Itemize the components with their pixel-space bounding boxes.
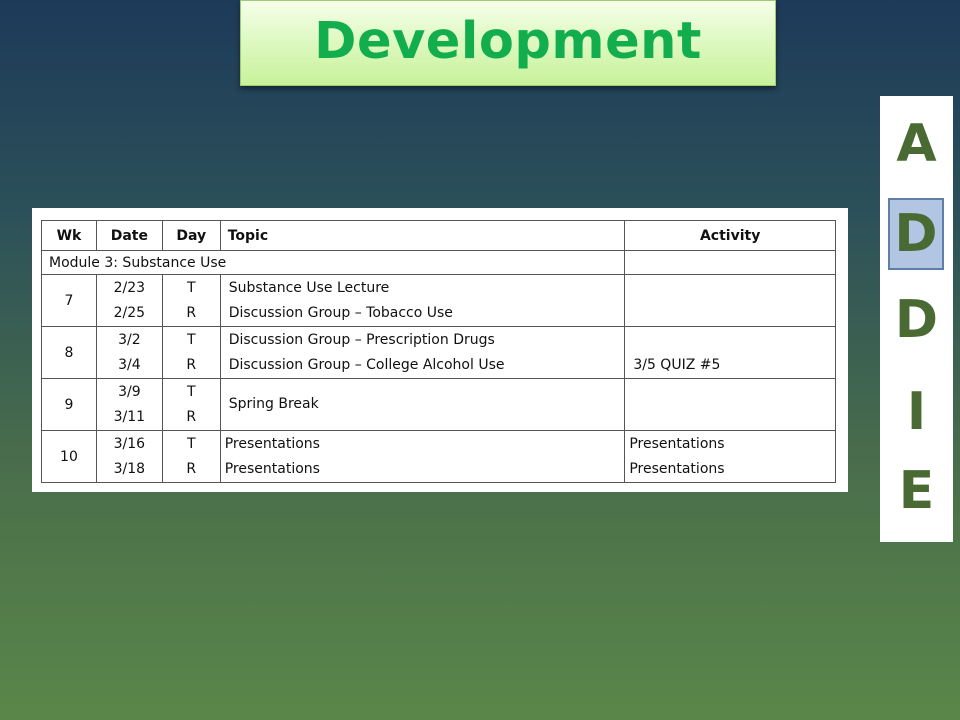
date-cell: 3/9 3/11 [95,378,163,431]
day-cell: T R [161,326,221,379]
header-row: Wk Date Day Topic Activity [41,220,836,251]
date-value: 3/2 [118,331,141,348]
table-row: 7 2/23 2/25 T R Substance Use Lecture Di… [41,274,836,327]
activity-value: 3/5 QUIZ #5 [633,356,721,373]
day-value: T [186,331,196,348]
day-cell: T R [161,274,221,327]
topic-cell: Substance Use Lecture Discussion Group –… [219,274,626,327]
topic-value: Discussion Group – Prescription Drugs [228,331,495,348]
topic-value: Discussion Group – College Alcohol Use [228,356,505,373]
activity-cell [624,378,836,431]
addie-letter-design-highlighted: D [888,198,944,270]
week-number: 10 [41,430,97,483]
day-value: T [186,279,196,296]
date-value: 3/4 [118,356,141,373]
week-number: 8 [41,326,97,379]
activity-cell [624,274,836,327]
header-day: Day [161,220,221,251]
slide-title: Development [314,11,702,71]
module-row: Module 3: Substance Use [40,250,836,275]
header-topic: Topic [219,220,626,251]
date-value: 2/25 [113,304,146,321]
topic-value: Presentations [224,460,320,477]
schedule-table: Wk Date Day Topic Activity Module 3: Sub… [40,220,836,483]
table-row: 10 3/16 3/18 T R Presentations Presentat… [41,430,836,483]
date-value: 3/16 [113,435,146,452]
activity-cell: Presentations Presentations [624,430,836,483]
addie-sidebar: A D D I E [880,96,953,542]
header-wk: Wk [41,220,97,251]
addie-letter-evaluation: E [898,461,935,521]
day-value: R [186,356,197,373]
topic-cell: Discussion Group – Prescription Drugs Di… [219,326,626,379]
day-value: R [186,304,197,321]
topic-cell: Spring Break [219,378,626,431]
date-value: 3/9 [118,383,141,400]
week-number: 9 [41,378,97,431]
day-cell: T R [161,378,221,431]
day-value: T [186,435,196,452]
topic-cell: Presentations Presentations [219,430,626,483]
week-number: 7 [41,274,97,327]
table-row: 8 3/2 3/4 T R Discussion Group – Prescri [41,326,836,379]
module-activity-cell [624,250,836,275]
addie-letter-analysis: A [896,114,937,174]
title-banner: Development [240,0,776,86]
date-value: 3/18 [113,460,146,477]
date-cell: 3/16 3/18 [95,430,163,483]
date-value: 2/23 [113,279,146,296]
topic-value: Substance Use Lecture [228,279,390,296]
day-value: T [186,383,196,400]
date-value: 3/11 [113,408,146,425]
addie-letter-development: D [894,290,939,350]
activity-value: Presentations [629,460,725,477]
header-activity: Activity [624,220,836,251]
day-value: R [186,408,197,425]
day-cell: T R [161,430,221,483]
schedule-image: Wk Date Day Topic Activity Module 3: Sub… [32,208,848,492]
date-cell: 2/23 2/25 [95,274,163,327]
topic-value: Spring Break [228,396,319,412]
activity-cell: 3/5 QUIZ #5 [624,326,836,379]
table-row: 9 3/9 3/11 T R Spring Break [41,378,836,431]
topic-value: Discussion Group – Tobacco Use [228,304,453,321]
activity-value [633,328,835,353]
addie-letter-implementation: I [906,382,927,442]
topic-value: Presentations [224,435,320,452]
day-value: R [186,460,197,477]
module-label: Module 3: Substance Use [40,250,626,275]
date-cell: 3/2 3/4 [95,326,163,379]
activity-value: Presentations [629,435,725,452]
header-date: Date [95,220,163,251]
